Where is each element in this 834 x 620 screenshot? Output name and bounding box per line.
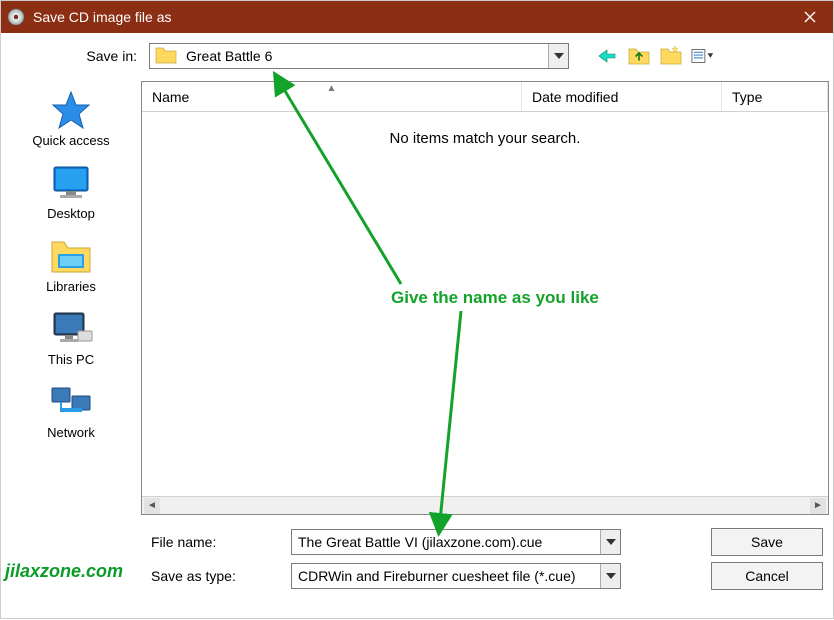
filename-combo[interactable]: The Great Battle VI (jilaxzone.com).cue [291,529,621,555]
filename-label: File name: [1,534,281,550]
sidebar-item-label: This PC [48,352,94,367]
save-in-value: Great Battle 6 [182,48,548,64]
scroll-left-button[interactable]: ◄ [144,498,160,514]
cancel-button[interactable]: Cancel [711,562,823,590]
view-list-icon [691,46,715,66]
column-header-date[interactable]: Date modified [522,82,722,111]
up-one-level-button[interactable] [627,45,651,67]
sidebar-item-desktop[interactable]: Desktop [1,158,141,225]
column-label: Date modified [532,89,618,105]
sidebar-item-label: Libraries [46,279,96,294]
scroll-right-button[interactable]: ► [810,498,826,514]
places-sidebar: Quick access Desktop Libr [1,79,141,517]
sidebar-item-network[interactable]: Network [1,377,141,444]
desktop-icon [47,162,95,204]
folder-icon [154,46,178,66]
sidebar-item-label: Network [47,425,95,440]
save-in-row: Save in: Great Battle 6 [1,33,833,79]
view-menu-button[interactable] [691,45,715,67]
sidebar-item-libraries[interactable]: Libraries [1,231,141,298]
new-folder-button[interactable] [659,45,683,67]
sort-ascending-icon: ▲ [327,83,337,94]
quick-access-icon [47,89,95,131]
savetype-combo[interactable]: CDRWin and Fireburner cuesheet file (*.c… [291,563,621,589]
horizontal-scrollbar[interactable]: ◄ ► [142,496,828,514]
libraries-icon [47,235,95,277]
column-label: Type [732,89,762,105]
back-arrow-icon [596,47,618,65]
close-icon [804,11,816,23]
sidebar-item-this-pc[interactable]: This PC [1,304,141,371]
savetype-value: CDRWin and Fireburner cuesheet file (*.c… [292,568,600,584]
network-icon [47,381,95,423]
empty-list-message: No items match your search. [142,130,828,147]
column-header-type[interactable]: Type [722,82,828,111]
this-pc-icon [47,308,95,350]
titlebar: Save CD image file as [1,1,833,33]
new-folder-icon [660,46,682,66]
dropdown-arrow-icon[interactable] [600,530,620,554]
window-title: Save CD image file as [33,9,172,25]
back-button[interactable] [595,45,619,67]
folder-up-icon [628,46,650,66]
watermark-text: jilaxzone.com [5,561,123,582]
close-button[interactable] [787,1,833,33]
filename-value: The Great Battle VI (jilaxzone.com).cue [292,534,600,550]
button-label: Cancel [745,568,789,584]
column-header-name[interactable]: Name ▲ [142,82,522,111]
annotation-text: Give the name as you like [391,288,599,308]
dropdown-arrow-icon[interactable] [548,44,568,68]
bottom-panel: File name: The Great Battle VI (jilaxzon… [1,517,833,601]
sidebar-item-label: Quick access [32,133,109,148]
sidebar-item-label: Desktop [47,206,95,221]
dropdown-arrow-icon[interactable] [600,564,620,588]
save-button[interactable]: Save [711,528,823,556]
button-label: Save [751,534,783,550]
column-label: Name [152,89,189,105]
sidebar-item-quick-access[interactable]: Quick access [1,85,141,152]
save-in-combo[interactable]: Great Battle 6 [149,43,569,69]
save-in-label: Save in: [1,48,141,64]
app-disc-icon [7,8,25,26]
toolbar-nav-icons [595,45,715,67]
column-headers: Name ▲ Date modified Type [142,82,828,112]
